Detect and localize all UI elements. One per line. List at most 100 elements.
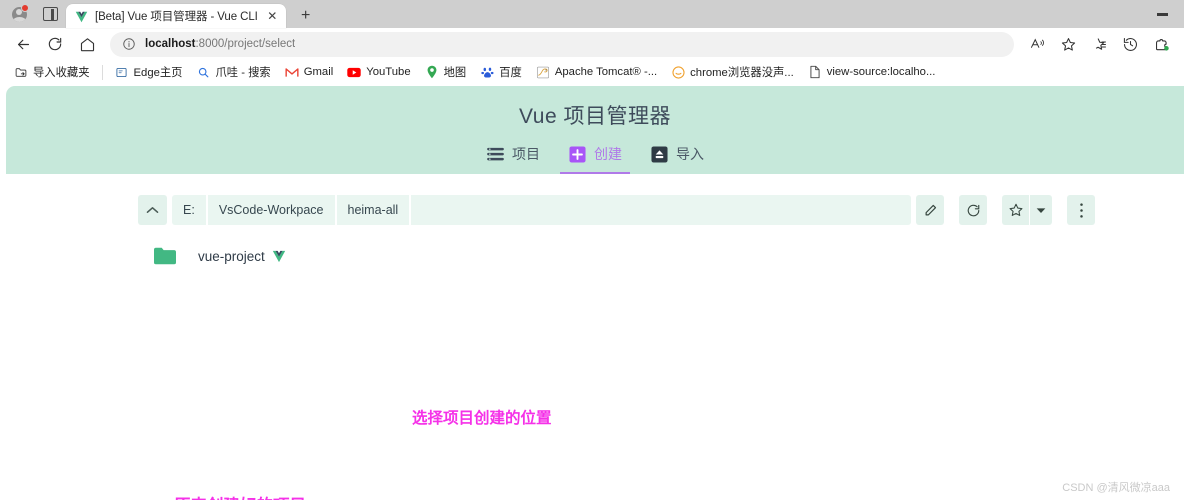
tab-actions-button[interactable] bbox=[40, 4, 60, 24]
bookmark-label: Gmail bbox=[303, 66, 334, 78]
favorite-dropdown-button[interactable] bbox=[1030, 195, 1052, 225]
tab-import[interactable]: 导入 bbox=[636, 135, 718, 174]
bookmark-label: chrome浏览器没声... bbox=[690, 67, 794, 79]
path-tools bbox=[916, 195, 1095, 225]
history-icon bbox=[1123, 37, 1137, 51]
app-header: Vue 项目管理器 项目 创建 导入 bbox=[6, 86, 1184, 174]
caret-down-icon bbox=[1036, 207, 1046, 213]
refresh-icon bbox=[967, 204, 979, 216]
folder-icon bbox=[154, 247, 176, 265]
list-item[interactable]: vue-project bbox=[154, 247, 1184, 265]
collections-button[interactable] bbox=[1084, 30, 1114, 58]
bookmark-label: 导入收藏夹 bbox=[33, 67, 90, 79]
bookmark-edge-home[interactable]: Edge主页 bbox=[109, 62, 189, 82]
tab-strip: [Beta] Vue 项目管理器 - Vue CLI ✕ + bbox=[0, 0, 1184, 28]
bookmark-label: YouTube bbox=[366, 66, 411, 78]
vue-logo-icon bbox=[75, 10, 88, 23]
bookmark-label: view-source:localho... bbox=[826, 66, 936, 78]
window-controls bbox=[1140, 0, 1184, 28]
bookmark-label: 地图 bbox=[443, 67, 467, 79]
tab-create[interactable]: 创建 bbox=[554, 135, 636, 174]
list-icon bbox=[486, 145, 504, 163]
favorite-button[interactable] bbox=[1002, 195, 1029, 225]
refresh-button[interactable] bbox=[40, 30, 70, 58]
plus-square-icon bbox=[568, 145, 586, 163]
add-favorite-button[interactable] bbox=[1053, 30, 1083, 58]
pencil-icon bbox=[925, 204, 936, 215]
bookmark-import-favorites[interactable]: 导入收藏夹 bbox=[8, 62, 96, 82]
minimize-button[interactable] bbox=[1140, 0, 1184, 28]
browser-tab[interactable]: [Beta] Vue 项目管理器 - Vue CLI ✕ bbox=[66, 4, 286, 28]
breadcrumb-empty-space[interactable] bbox=[411, 195, 911, 225]
path-bar: E: VsCode-Workpace heima-all bbox=[138, 195, 1095, 225]
url-path: :8000/project/select bbox=[195, 38, 296, 50]
info-icon bbox=[123, 38, 135, 50]
bookmark-java-search[interactable]: 爪哇 - 搜索 bbox=[190, 62, 276, 82]
page-icon bbox=[808, 65, 822, 79]
refresh-button[interactable] bbox=[959, 195, 987, 225]
bookmark-tomcat[interactable]: Apache Tomcat® -... bbox=[530, 63, 663, 81]
address-bar[interactable]: localhost:8000/project/select bbox=[110, 31, 1014, 57]
history-button[interactable] bbox=[1115, 30, 1145, 58]
close-icon[interactable]: ✕ bbox=[265, 9, 280, 24]
import-box-icon bbox=[650, 145, 668, 163]
bookmarks-bar: 导入收藏夹 Edge主页 爪哇 - 搜索 Gmail YouTube 地图 百度… bbox=[0, 60, 1184, 86]
back-button[interactable] bbox=[8, 30, 38, 58]
read-aloud-icon bbox=[1030, 38, 1044, 48]
extension-icon bbox=[1155, 38, 1169, 51]
bookmark-gmail[interactable]: Gmail bbox=[279, 63, 340, 81]
tab-projects[interactable]: 项目 bbox=[472, 135, 554, 174]
edge-home-icon bbox=[115, 65, 129, 79]
youtube-icon bbox=[347, 65, 361, 79]
annotation-select-location: 选择项目创建的位置 bbox=[412, 410, 552, 427]
breadcrumb: E: VsCode-Workpace heima-all bbox=[172, 195, 911, 225]
bookmark-label: 爪哇 - 搜索 bbox=[215, 67, 271, 79]
chevron-up-icon bbox=[146, 206, 159, 213]
star-icon bbox=[1009, 203, 1022, 216]
vertical-dots-icon bbox=[1079, 202, 1083, 218]
breadcrumb-item[interactable]: heima-all bbox=[337, 195, 412, 225]
tab-label: 导入 bbox=[676, 146, 704, 162]
bookmark-label: Edge主页 bbox=[133, 67, 183, 79]
watermark: CSDN @清风微凉aaa bbox=[1062, 482, 1170, 494]
tomcat-icon bbox=[536, 65, 550, 79]
more-menu-button[interactable] bbox=[1067, 195, 1095, 225]
app-content: E: VsCode-Workpace heima-all vue-project… bbox=[0, 195, 1184, 500]
home-icon bbox=[80, 37, 94, 51]
folder-label: vue-project bbox=[198, 249, 286, 264]
import-folder-icon bbox=[14, 65, 28, 79]
browser-window: [Beta] Vue 项目管理器 - Vue CLI ✕ + localhost… bbox=[0, 0, 1184, 500]
back-arrow-icon bbox=[17, 39, 29, 49]
bookmark-chrome-no-sound[interactable]: chrome浏览器没声... bbox=[665, 62, 800, 82]
minimize-icon bbox=[1156, 12, 1168, 16]
bookmark-view-source[interactable]: view-source:localho... bbox=[802, 63, 942, 81]
read-aloud-button[interactable] bbox=[1022, 30, 1052, 58]
profile-notification-dot bbox=[21, 4, 29, 12]
refresh-icon bbox=[48, 37, 62, 51]
browser-tab-title: [Beta] Vue 项目管理器 - Vue CLI bbox=[95, 11, 258, 23]
bookmark-baidu[interactable]: 百度 bbox=[474, 62, 528, 82]
tab-strip-left-controls bbox=[0, 0, 60, 28]
gmail-icon bbox=[285, 65, 299, 79]
edit-path-button[interactable] bbox=[916, 195, 944, 225]
bookmark-maps[interactable]: 地图 bbox=[419, 62, 473, 82]
breadcrumb-item[interactable]: VsCode-Workpace bbox=[208, 195, 337, 225]
bookmark-youtube[interactable]: YouTube bbox=[341, 63, 416, 81]
home-button[interactable] bbox=[72, 30, 102, 58]
new-tab-button[interactable]: + bbox=[293, 4, 319, 28]
parent-folder-button[interactable] bbox=[138, 195, 167, 225]
vue-logo-icon bbox=[272, 250, 286, 263]
tab-label: 创建 bbox=[594, 146, 622, 162]
profile-button[interactable] bbox=[8, 3, 30, 25]
folder-name: vue-project bbox=[198, 248, 265, 264]
extension-button[interactable] bbox=[1146, 30, 1176, 58]
bookmark-label: Apache Tomcat® -... bbox=[554, 66, 658, 78]
star-icon bbox=[1061, 37, 1075, 51]
tab-label: 项目 bbox=[512, 146, 540, 162]
split-pane-icon bbox=[42, 7, 58, 21]
map-pin-icon bbox=[425, 65, 439, 79]
breadcrumb-item[interactable]: E: bbox=[172, 195, 208, 225]
browser-toolbar: localhost:8000/project/select bbox=[0, 28, 1184, 60]
app-tab-bar: 项目 创建 导入 bbox=[6, 135, 1184, 174]
address-bar-url: localhost:8000/project/select bbox=[145, 38, 295, 50]
